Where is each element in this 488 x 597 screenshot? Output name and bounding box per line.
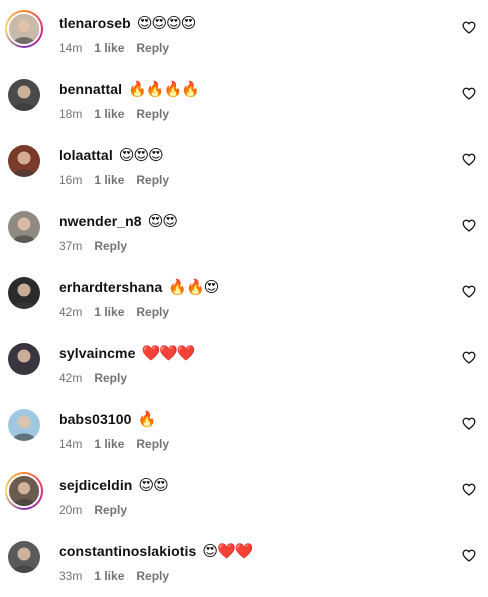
heart-outline-icon[interactable]: [462, 219, 476, 232]
comment-emojis: 😍😍😍: [118, 145, 164, 164]
avatar[interactable]: [8, 211, 40, 243]
comment-body: nwender_n8 😍😍: [59, 210, 178, 232]
comment-meta: 14m 1 like Reply: [59, 41, 169, 55]
comment-timestamp: 14m: [59, 41, 83, 55]
avatar[interactable]: [8, 409, 40, 441]
comment-timestamp: 16m: [59, 173, 83, 187]
reply-button[interactable]: Reply: [136, 41, 169, 55]
comment-like-count[interactable]: 1 like: [94, 41, 124, 55]
comment-like-count[interactable]: 1 like: [94, 437, 124, 451]
comment-username[interactable]: lolaattal: [59, 147, 113, 163]
avatar[interactable]: [8, 343, 40, 375]
comment-emojis: ❤️❤️❤️: [141, 343, 196, 362]
comment-timestamp: 42m: [59, 305, 83, 319]
comment-username[interactable]: nwender_n8: [59, 213, 142, 229]
heart-outline-icon[interactable]: [462, 153, 476, 166]
comment-meta: 18m 1 like Reply: [59, 107, 169, 121]
comment-username[interactable]: constantinoslakiotis: [59, 543, 196, 559]
comment-username[interactable]: sejdiceldin: [59, 477, 132, 493]
comment-meta: 14m 1 like Reply: [59, 437, 169, 451]
comment-body: tlenaroseb 😍😍😍😍: [59, 12, 197, 34]
heart-outline-icon[interactable]: [462, 87, 476, 100]
avatar[interactable]: [8, 79, 40, 111]
comment-emojis: 😍😍: [147, 211, 178, 230]
reply-button[interactable]: Reply: [136, 305, 169, 319]
comments-list: tlenaroseb 😍😍😍😍 14m 1 like Reply bennattal 🔥🔥…: [0, 0, 488, 585]
comment-username[interactable]: sylvaincme: [59, 345, 136, 361]
heart-outline-icon[interactable]: [462, 549, 476, 562]
comment-like-count[interactable]: 1 like: [94, 173, 124, 187]
comment-row: bennattal 🔥🔥🔥🔥 18m 1 like Reply: [0, 69, 488, 135]
reply-button[interactable]: Reply: [136, 173, 169, 187]
reply-button[interactable]: Reply: [136, 569, 169, 583]
comment-row: erhardtershana 🔥🔥😍 42m 1 like Reply: [0, 267, 488, 333]
comment-row: lolaattal 😍😍😍 16m 1 like Reply: [0, 135, 488, 201]
comment-like-count[interactable]: 1 like: [94, 569, 124, 583]
comment-like-count[interactable]: 1 like: [94, 107, 124, 121]
comment-row: babs03100 🔥 14m 1 like Reply: [0, 399, 488, 465]
heart-outline-icon[interactable]: [462, 285, 476, 298]
comment-body: lolaattal 😍😍😍: [59, 144, 164, 166]
comment-timestamp: 14m: [59, 437, 83, 451]
comment-row: sejdiceldin 😍😍 20m Reply: [0, 465, 488, 531]
comment-emojis: 🔥: [137, 409, 157, 428]
comment-meta: 33m 1 like Reply: [59, 569, 169, 583]
avatar[interactable]: [8, 541, 40, 573]
comment-meta: 42m 1 like Reply: [59, 305, 169, 319]
reply-button[interactable]: Reply: [136, 437, 169, 451]
comment-row: nwender_n8 😍😍 37m Reply: [0, 201, 488, 267]
comment-meta: 42m Reply: [59, 371, 127, 385]
comment-body: sejdiceldin 😍😍: [59, 474, 169, 496]
comment-username[interactable]: tlenaroseb: [59, 15, 131, 31]
comment-emojis: 😍😍😍😍: [136, 13, 197, 32]
avatar-image: [7, 474, 41, 508]
comment-timestamp: 37m: [59, 239, 83, 253]
comment-like-count[interactable]: 1 like: [94, 305, 124, 319]
heart-outline-icon[interactable]: [462, 351, 476, 364]
avatar[interactable]: [8, 145, 40, 177]
comment-body: erhardtershana 🔥🔥😍: [59, 276, 219, 298]
comment-meta: 20m Reply: [59, 503, 127, 517]
comment-username[interactable]: erhardtershana: [59, 279, 162, 295]
comment-timestamp: 18m: [59, 107, 83, 121]
comment-row: tlenaroseb 😍😍😍😍 14m 1 like Reply: [0, 3, 488, 69]
reply-button[interactable]: Reply: [136, 107, 169, 121]
avatar[interactable]: [8, 277, 40, 309]
comment-body: bennattal 🔥🔥🔥🔥: [59, 78, 200, 100]
avatar[interactable]: [5, 472, 43, 510]
comment-meta: 37m Reply: [59, 239, 127, 253]
reply-button[interactable]: Reply: [94, 239, 127, 253]
heart-outline-icon[interactable]: [462, 21, 476, 34]
comment-body: babs03100 🔥: [59, 408, 157, 430]
avatar[interactable]: [5, 10, 43, 48]
comment-timestamp: 33m: [59, 569, 83, 583]
comment-emojis: 😍❤️❤️: [202, 541, 253, 560]
comment-meta: 16m 1 like Reply: [59, 173, 169, 187]
reply-button[interactable]: Reply: [94, 503, 127, 517]
heart-outline-icon[interactable]: [462, 417, 476, 430]
comment-timestamp: 20m: [59, 503, 83, 517]
comment-emojis: 🔥🔥🔥🔥: [128, 79, 200, 98]
comment-username[interactable]: babs03100: [59, 411, 132, 427]
heart-outline-icon[interactable]: [462, 483, 476, 496]
comment-emojis: 😍😍: [138, 475, 168, 494]
avatar-image: [7, 12, 41, 46]
comment-row: sylvaincme ❤️❤️❤️ 42m Reply: [0, 333, 488, 399]
reply-button[interactable]: Reply: [94, 371, 127, 385]
comment-username[interactable]: bennattal: [59, 81, 122, 97]
comment-row: constantinoslakiotis 😍❤️❤️ 33m 1 like Reply: [0, 531, 488, 597]
comment-body: sylvaincme ❤️❤️❤️: [59, 342, 196, 364]
comment-timestamp: 42m: [59, 371, 83, 385]
comment-emojis: 🔥🔥😍: [168, 277, 219, 296]
comment-body: constantinoslakiotis 😍❤️❤️: [59, 540, 253, 562]
